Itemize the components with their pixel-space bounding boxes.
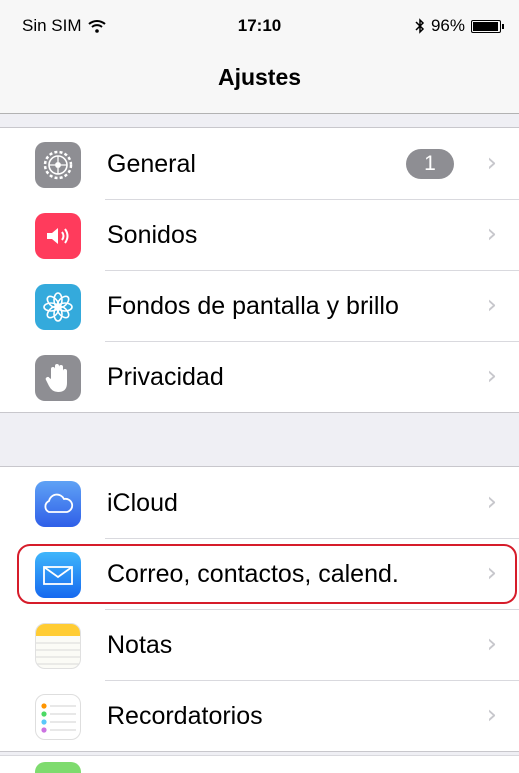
settings-row-recordatorios[interactable]: Recordatorios ›	[0, 680, 519, 751]
row-label-sonidos: Sonidos	[107, 221, 198, 249]
page-title: Ajustes	[217, 64, 302, 90]
settings-row-notas[interactable]: Notas ›	[0, 609, 519, 680]
hand-icon	[35, 355, 81, 401]
status-bar: Sin SIM 17:10 96%	[0, 0, 519, 46]
chevron-right-icon: ›	[486, 290, 497, 320]
settings-group-2: iCloud › Correo, contactos, calend. › No…	[0, 466, 519, 752]
chevron-right-icon: ›	[486, 558, 497, 588]
mail-icon	[35, 552, 81, 598]
battery-icon	[471, 19, 504, 33]
row-label-notas: Notas	[107, 631, 173, 659]
row-label-icloud: iCloud	[107, 489, 178, 517]
speaker-icon	[35, 213, 81, 259]
settings-row-icloud[interactable]: iCloud ›	[0, 467, 519, 538]
cloud-icon	[35, 481, 81, 527]
settings-row-general[interactable]: General 1 ›	[0, 128, 519, 199]
settings-group-1: General 1 › Sonidos › Fondos de pantalla…	[0, 127, 519, 413]
battery-percent: 96%	[430, 16, 465, 35]
settings-row-sonidos[interactable]: Sonidos ›	[0, 199, 519, 270]
notes-icon	[35, 623, 81, 669]
row-label-correo: Correo, contactos, calend.	[107, 560, 399, 588]
row-label-general: General	[107, 150, 196, 178]
settings-row-correo[interactable]: Correo, contactos, calend. ›	[0, 538, 519, 609]
chevron-right-icon: ›	[486, 361, 497, 391]
chevron-right-icon: ›	[486, 487, 497, 517]
chevron-right-icon: ›	[486, 219, 497, 249]
chevron-right-icon: ›	[486, 629, 497, 659]
chevron-right-icon: ›	[486, 148, 497, 178]
reminders-icon	[35, 694, 81, 740]
bluetooth-icon	[415, 18, 425, 34]
flower-icon	[35, 284, 81, 330]
gear-icon	[35, 142, 81, 188]
status-right: 96%	[415, 16, 504, 36]
settings-row-fondos[interactable]: Fondos de pantalla y brillo ›	[0, 270, 519, 341]
battery-fill	[473, 21, 498, 31]
update-badge: 1	[406, 149, 454, 179]
row-label-fondos: Fondos de pantalla y brillo	[107, 292, 399, 320]
navigation-bar: Ajustes	[0, 46, 519, 114]
row-label-privacidad: Privacidad	[107, 363, 224, 391]
settings-row-privacidad[interactable]: Privacidad ›	[0, 341, 519, 412]
chevron-right-icon: ›	[486, 700, 497, 730]
partial-app-icon	[35, 762, 81, 773]
row-label-recordatorios: Recordatorios	[107, 702, 263, 730]
